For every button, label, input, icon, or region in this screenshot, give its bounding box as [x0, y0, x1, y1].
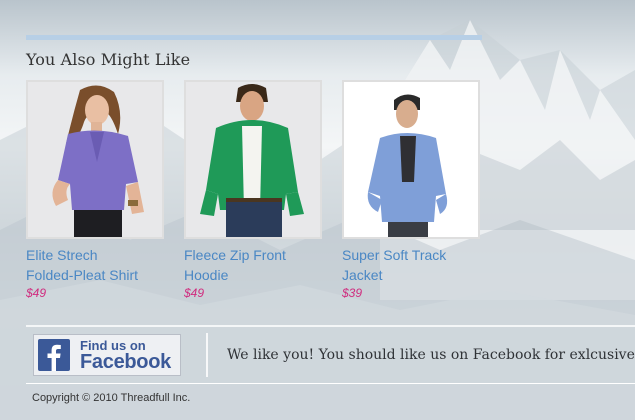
product-price: $49: [26, 286, 47, 300]
product-name-line: Fleece Zip Front: [184, 247, 286, 263]
facebook-divider: [206, 333, 208, 377]
product-image-shirt[interactable]: [26, 80, 164, 239]
related-products-header: You Also Might Like: [26, 35, 482, 69]
product-image-track-jacket[interactable]: [342, 80, 480, 239]
product-name-link[interactable]: Super Soft Track Jacket: [342, 245, 482, 285]
product-price: $39: [342, 286, 363, 300]
product-price: $49: [184, 286, 205, 300]
product-card[interactable]: Elite Strech Folded-Pleat Shirt $49: [26, 80, 166, 301]
product-name-line: Super Soft Track: [342, 247, 447, 263]
facebook-icon: [38, 339, 70, 371]
product-name-line: Jacket: [342, 267, 383, 283]
footer-divider: [26, 325, 635, 327]
product-image-hoodie[interactable]: [184, 80, 322, 239]
related-products-list: Elite Strech Folded-Pleat Shirt $49 Flee…: [26, 80, 496, 300]
product-card[interactable]: Fleece Zip Front Hoodie $49: [184, 80, 324, 301]
facebook-message: We like you! You should like us on Faceb…: [227, 347, 635, 363]
section-title: You Also Might Like: [26, 50, 191, 69]
copyright-text: Copyright © 2010 Threadfull Inc.: [32, 392, 191, 404]
facebook-badge-line2: Facebook: [80, 351, 171, 373]
product-name-link[interactable]: Fleece Zip Front Hoodie: [184, 245, 324, 285]
product-card[interactable]: Super Soft Track Jacket $39: [342, 80, 482, 301]
section-accent-rule: [26, 35, 482, 40]
product-name-line: Hoodie: [184, 267, 229, 283]
footer-bottom-rule: [26, 383, 635, 384]
product-name-line: Elite Strech: [26, 247, 98, 263]
facebook-badge-button[interactable]: Find us on Facebook: [33, 334, 181, 376]
product-name-link[interactable]: Elite Strech Folded-Pleat Shirt: [26, 245, 166, 285]
product-name-line: Folded-Pleat Shirt: [26, 267, 139, 283]
